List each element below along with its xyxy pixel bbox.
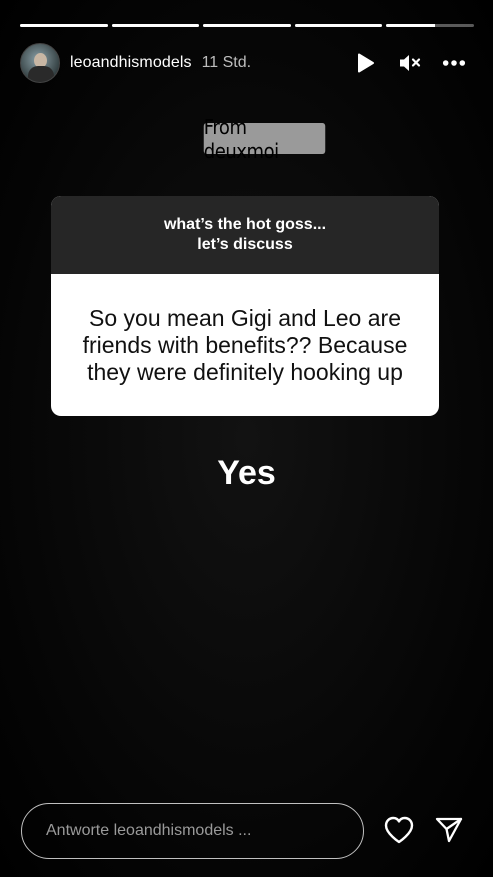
question-line: So you mean Gigi and Leo are (89, 304, 401, 331)
send-icon[interactable] (432, 813, 466, 847)
story-header: leoandhismodels 11 Std. (20, 42, 466, 84)
reply-field[interactable] (21, 803, 364, 859)
prompt-line: what’s the hot goss... (163, 216, 327, 233)
story-progress-bars (20, 24, 474, 27)
story-viewer: leoandhismodels 11 Std. From deuxmoi wha… (0, 0, 493, 877)
heart-icon[interactable] (382, 813, 416, 847)
username[interactable]: leoandhismodels (70, 54, 192, 72)
header-actions (354, 51, 466, 75)
progress-segment (203, 24, 291, 27)
question-prompt: what’s the hot goss... let’s discuss (51, 196, 439, 274)
question-line: they were definitely hooking up (87, 358, 403, 385)
avatar[interactable] (20, 43, 60, 83)
question-sticker: what’s the hot goss... let’s discuss So … (51, 196, 439, 416)
answer-text: Yes (217, 454, 276, 492)
progress-segment (111, 24, 200, 27)
mute-icon[interactable] (398, 51, 422, 75)
reply-input[interactable] (46, 822, 363, 840)
progress-segment (20, 24, 108, 27)
progress-segment (386, 24, 474, 27)
source-tag: From deuxmoi (203, 115, 326, 163)
avatar-body (28, 66, 54, 82)
prompt-line: let’s discuss (197, 236, 293, 253)
play-icon[interactable] (354, 51, 378, 75)
progress-segment (294, 24, 383, 27)
question-text: So you mean Gigi and Leo are friends wit… (51, 274, 439, 416)
post-time: 11 Std. (201, 54, 252, 71)
more-icon[interactable] (442, 51, 466, 75)
question-line: friends with benefits?? Because (82, 331, 408, 358)
